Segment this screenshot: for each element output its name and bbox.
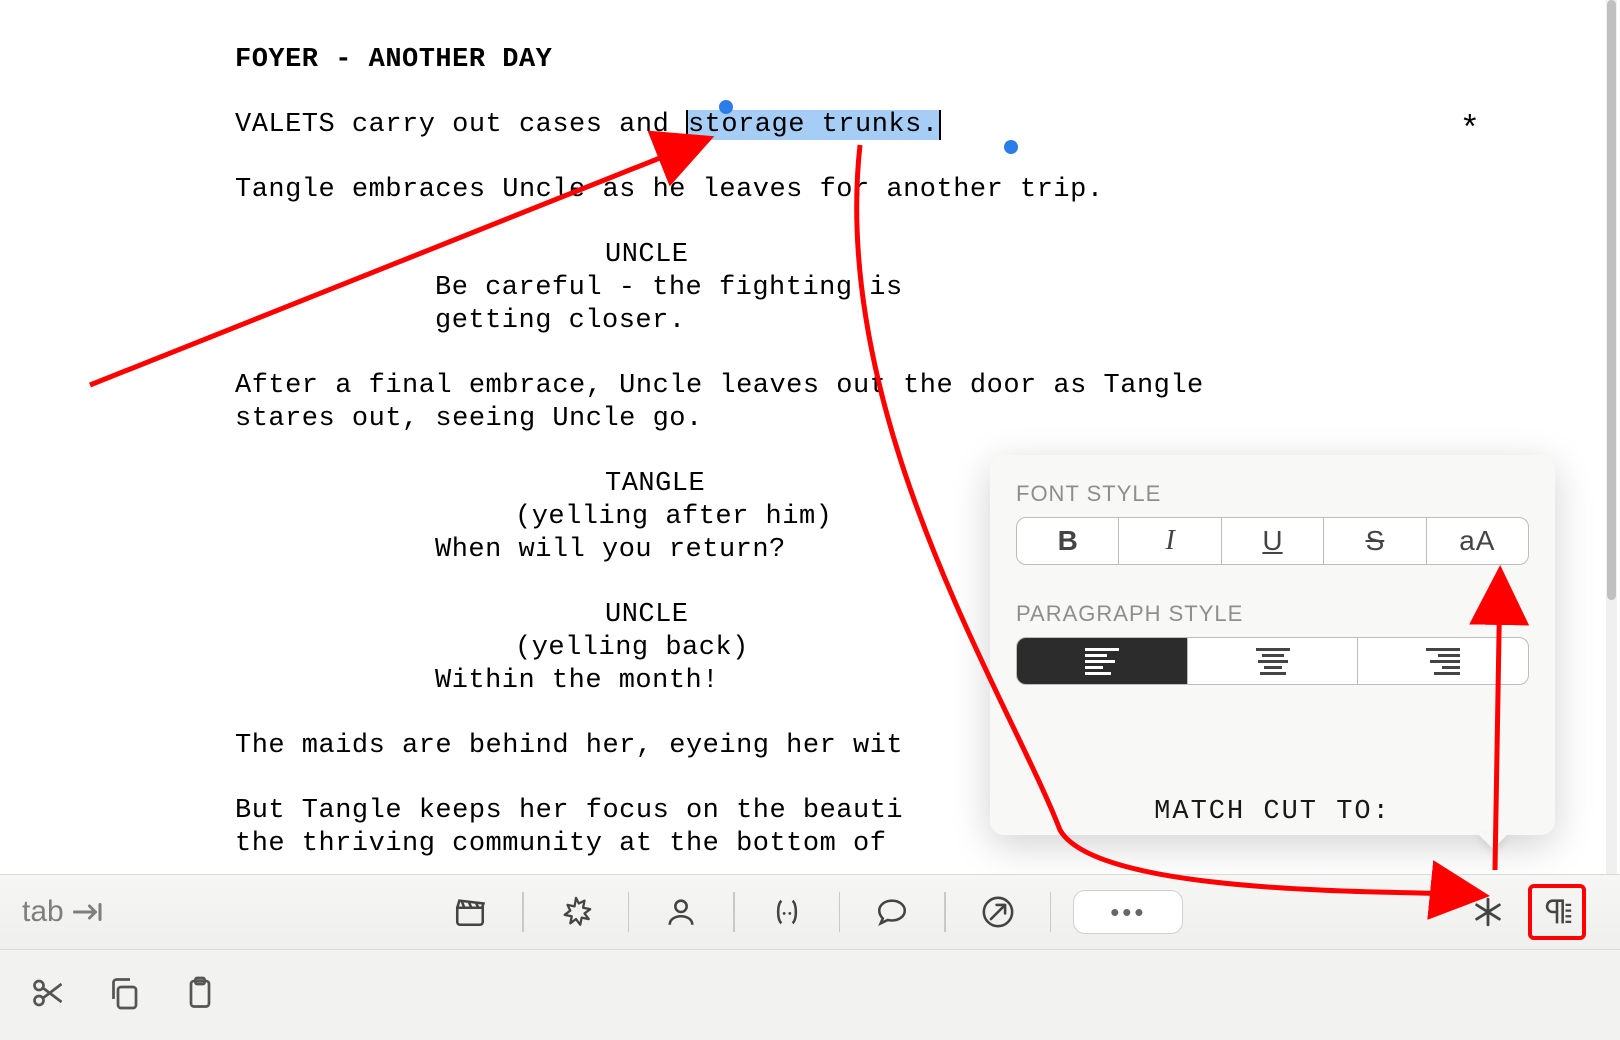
dialogue-line[interactable]: Be careful - the fighting is — [235, 272, 935, 305]
action-text: After a final embrace, Uncle leaves out … — [235, 370, 1335, 403]
underline-icon: U — [1262, 525, 1282, 557]
revision-mark: * — [1460, 112, 1480, 150]
align-right-button[interactable] — [1358, 638, 1528, 684]
separator — [944, 892, 946, 932]
italic-button[interactable]: I — [1119, 518, 1221, 564]
popover-tail — [1477, 833, 1509, 849]
paste-button[interactable] — [182, 975, 218, 1016]
transition-arrow-icon — [981, 895, 1015, 929]
tab-arrow-icon — [70, 894, 106, 930]
character-button[interactable] — [651, 887, 711, 937]
underline-button[interactable]: U — [1222, 518, 1324, 564]
align-left-button[interactable] — [1017, 638, 1188, 684]
action-button[interactable] — [546, 887, 606, 937]
format-popover: FONT STYLE B I U S aA PARAGRAPH STYLE MA… — [990, 455, 1555, 835]
action-line[interactable]: After a final embrace, Uncle leaves out … — [235, 370, 1335, 436]
dialogue-line[interactable]: When will you return? — [235, 534, 935, 567]
separator — [733, 892, 735, 932]
separator — [839, 892, 841, 932]
system-toolbar — [0, 950, 1620, 1040]
cut-button[interactable] — [30, 975, 66, 1016]
parentheses-icon — [770, 895, 804, 929]
toolbar-buttons: ••• — [166, 887, 1458, 937]
toolbar-right — [1458, 884, 1620, 940]
strikethrough-button[interactable]: S — [1324, 518, 1426, 564]
copy-icon — [106, 975, 142, 1011]
font-style-label: FONT STYLE — [1016, 481, 1529, 507]
format-panel-button[interactable] — [1534, 890, 1580, 934]
scissors-icon — [30, 975, 66, 1011]
italic-icon: I — [1165, 525, 1174, 557]
selection-handle-end[interactable] — [1004, 140, 1018, 154]
align-right-icon — [1426, 648, 1460, 675]
font-style-segment: B I U S aA — [1016, 517, 1529, 565]
copy-button[interactable] — [106, 975, 142, 1016]
transition-peek: MATCH CUT TO: — [1154, 797, 1391, 827]
bold-button[interactable]: B — [1017, 518, 1119, 564]
clapperboard-icon — [453, 895, 487, 929]
text-selection[interactable]: storage trunks. — [686, 110, 941, 140]
more-elements-button[interactable]: ••• — [1073, 890, 1183, 934]
vertical-scrollbar[interactable] — [1606, 0, 1617, 874]
burst-icon — [559, 895, 593, 929]
separator — [628, 892, 630, 932]
dialogue-line[interactable]: Within the month! — [235, 665, 935, 698]
align-left-icon — [1085, 648, 1119, 675]
tab-key-hint[interactable]: tab — [0, 894, 106, 930]
more-icon: ••• — [1110, 897, 1146, 928]
annotation-highlight-box — [1528, 884, 1586, 940]
scene-heading[interactable]: FOYER - ANOTHER DAY — [235, 44, 1335, 77]
bottom-toolbar: tab ••• — [0, 874, 1620, 950]
strikethrough-icon: S — [1366, 525, 1385, 557]
person-icon — [664, 895, 698, 929]
selection-handle-start[interactable] — [719, 100, 733, 114]
dialogue-button[interactable] — [862, 887, 922, 937]
separator — [522, 892, 524, 932]
action-line[interactable]: Tangle embraces Uncle as he leaves for a… — [235, 174, 1335, 207]
asterisk-icon — [1471, 895, 1505, 929]
speech-bubble-icon — [875, 895, 909, 929]
bold-icon: B — [1058, 525, 1078, 557]
separator — [1050, 892, 1052, 932]
case-button[interactable]: aA — [1427, 518, 1528, 564]
dialogue-line[interactable]: getting closer. — [235, 305, 935, 338]
character-name[interactable]: UNCLE — [235, 239, 1335, 272]
action-line[interactable]: VALETS carry out cases and storage trunk… — [235, 109, 1335, 142]
asterisk-tool-button[interactable] — [1458, 887, 1518, 937]
clipboard-icon — [182, 975, 218, 1011]
paragraph-align-segment — [1016, 637, 1529, 685]
paragraph-format-icon — [1540, 895, 1574, 929]
tab-label-text: tab — [22, 895, 64, 929]
paragraph-style-label: PARAGRAPH STYLE — [1016, 601, 1529, 627]
transition-button[interactable] — [968, 887, 1028, 937]
scrollbar-thumb[interactable] — [1607, 0, 1616, 600]
scene-heading-button[interactable] — [440, 887, 500, 937]
action-text: VALETS carry out cases and — [235, 110, 686, 140]
action-text: stares out, seeing Uncle go. — [235, 403, 1335, 436]
parenthetical-button[interactable] — [757, 887, 817, 937]
case-icon: aA — [1459, 525, 1495, 557]
align-center-button[interactable] — [1188, 638, 1359, 684]
align-center-icon — [1256, 648, 1290, 675]
